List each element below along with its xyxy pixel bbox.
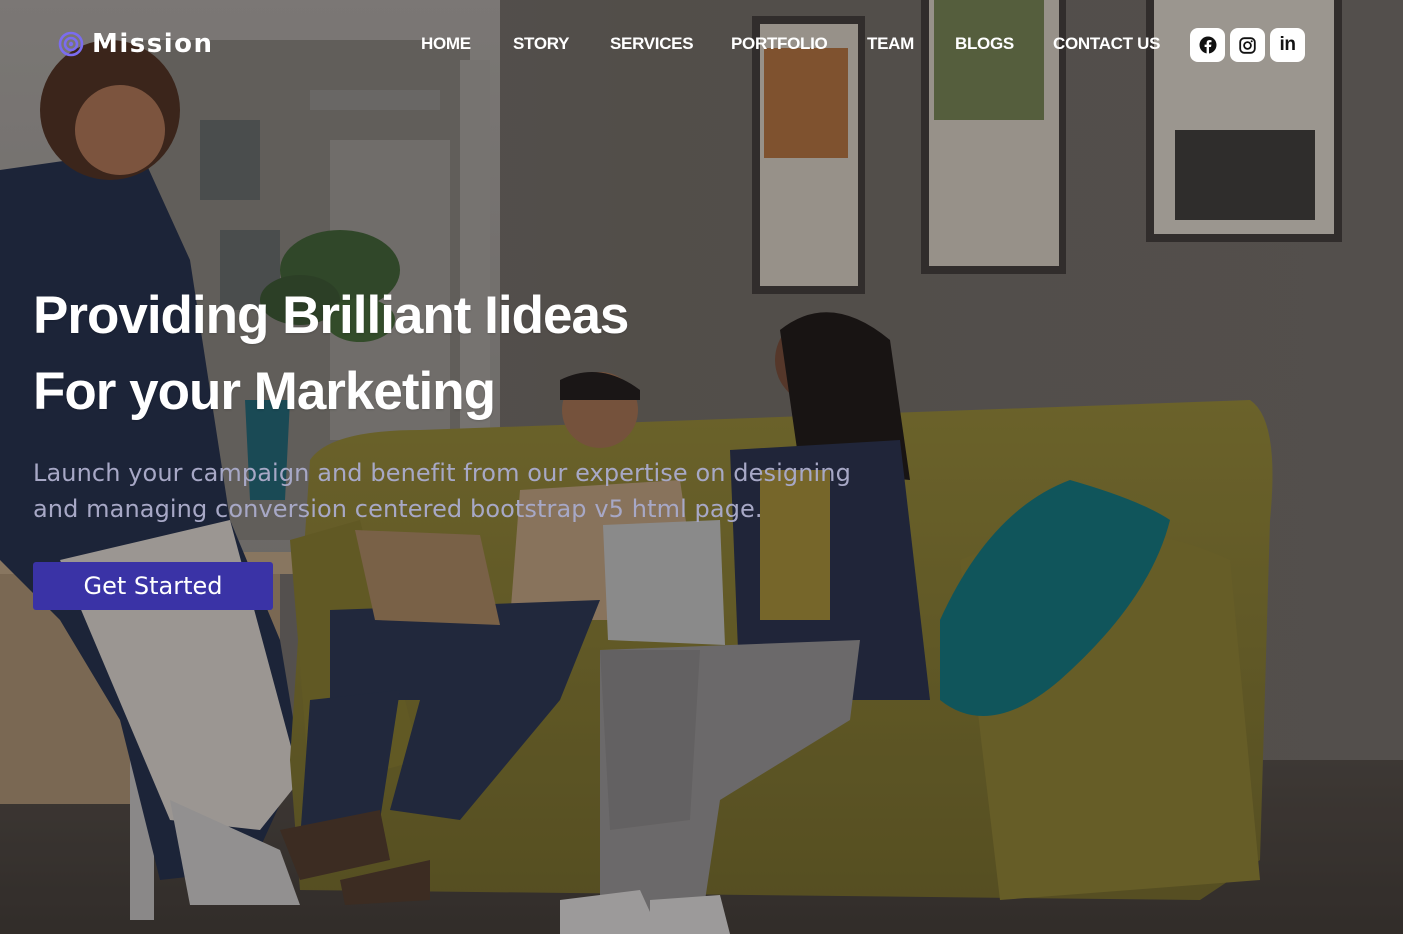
nav-item-services: SERVICES [610,34,694,54]
target-icon [58,31,84,57]
nav-link-contact-us[interactable]: CONTACT US [1053,34,1160,53]
nav-item-contact: CONTACT US [1053,34,1160,54]
nav-link-services[interactable]: SERVICES [610,34,694,53]
instagram-button[interactable] [1230,28,1265,62]
top-navbar: Mission HOME STORY SERVICES PORTFOLIO TE… [0,0,1403,90]
nav-item-home: HOME [421,34,471,54]
hero-subtext: Launch your campaign and benefit from ou… [33,459,851,523]
nav-link-story[interactable]: STORY [513,34,569,53]
nav-item-team: TEAM [867,34,914,54]
instagram-icon [1239,36,1256,54]
hero-headline-line-1: Providing Brilliant Iideas [33,286,629,345]
nav-item-blogs: BLOGS [955,34,1014,54]
nav-link-blogs[interactable]: BLOGS [955,34,1014,53]
hero-headline-line-2: For your Marketing [33,362,496,421]
facebook-icon [1199,36,1216,54]
hero-section: Mission HOME STORY SERVICES PORTFOLIO TE… [0,0,1403,934]
get-started-button[interactable]: Get Started [33,562,273,610]
nav-link-portfolio[interactable]: PORTFOLIO [731,34,828,53]
nav-link-home[interactable]: HOME [421,34,471,53]
linkedin-icon: in [1279,34,1296,55]
nav-link-team[interactable]: TEAM [867,34,914,53]
linkedin-button[interactable]: in [1270,28,1305,62]
hero-headline: Providing Brilliant Iideas For your Mark… [33,278,629,430]
nav-item-story: STORY [513,34,569,54]
brand-logo-link[interactable]: Mission [58,28,214,60]
nav-item-portfolio: PORTFOLIO [731,34,828,54]
brand-name: Mission [92,29,214,59]
social-links: in [1190,28,1305,62]
facebook-button[interactable] [1190,28,1225,62]
